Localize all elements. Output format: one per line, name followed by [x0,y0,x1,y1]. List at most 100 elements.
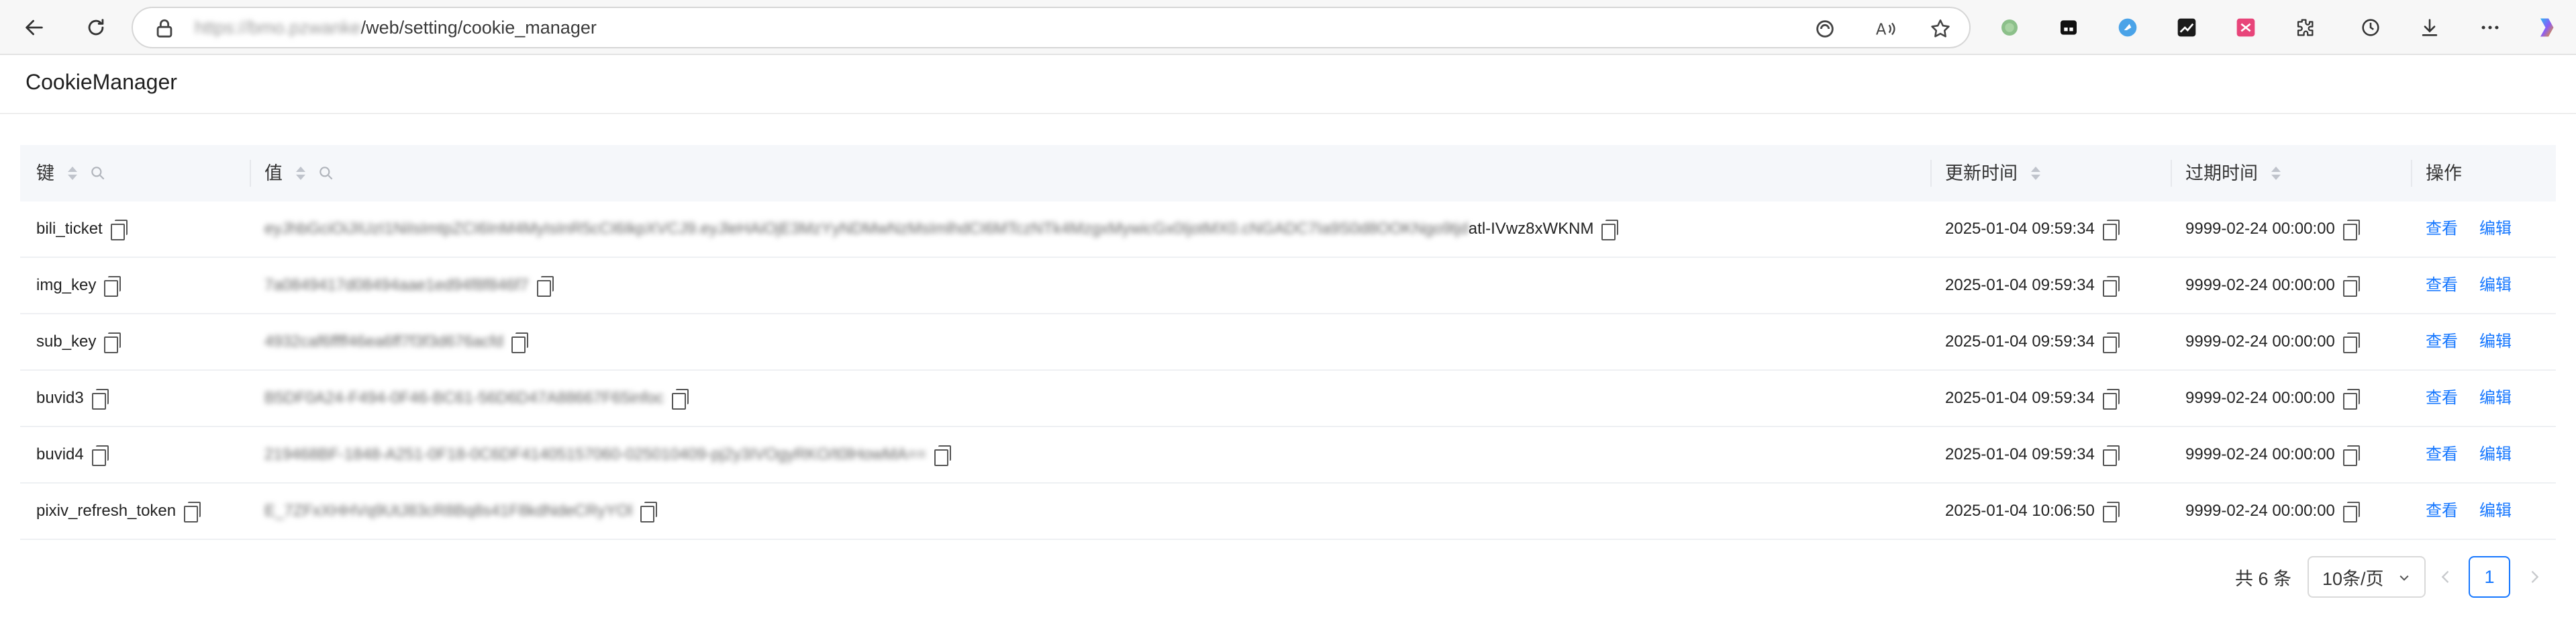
edit-link[interactable]: 编辑 [2479,371,2512,426]
column-header-key: 键 [36,145,107,201]
read-aloud-icon[interactable]: A [1874,17,1897,40]
cookie-value-redacted: E_7ZFxXHHVq9UtJ83cR8Bq8s41F8kdNdeCRyYOl [264,502,633,520]
url-text[interactable]: https://bmo.pzwanke/web/setting/cookie_m… [195,8,597,47]
cell-key: buvid4 [36,427,109,482]
history-button[interactable] [2356,13,2385,42]
copy-icon[interactable] [2102,389,2120,410]
copilot-icon [2540,18,2554,37]
page-number-current[interactable]: 1 [2469,556,2510,598]
view-link[interactable]: 查看 [2426,484,2458,539]
copy-icon[interactable] [91,389,109,410]
copy-icon[interactable] [184,502,201,523]
copy-icon[interactable] [2102,332,2120,353]
copy-icon[interactable] [104,276,121,297]
favorite-star-icon[interactable] [1929,17,1952,40]
copy-icon[interactable] [2342,332,2361,353]
copy-icon[interactable] [2342,276,2361,297]
view-link[interactable]: 查看 [2426,314,2458,369]
copy-icon[interactable] [2342,220,2361,240]
download-icon [2422,19,2438,36]
extension-pink[interactable] [2231,13,2261,42]
cookie-key: pixiv_refresh_token [36,502,177,520]
cell-value: 219468BF-1848-A251-0F18-0C6DF41405157060… [264,427,952,482]
extension-blue-bird-icon [2118,18,2137,37]
address-bar[interactable]: https://bmo.pzwanke/web/setting/cookie_m… [132,7,1971,48]
history-icon [2362,19,2379,36]
next-page-icon[interactable] [2525,565,2544,588]
copy-icon[interactable] [2342,445,2361,466]
cell-updated: 2025-01-04 10:06:50 [1945,484,2120,539]
extension-pink-icon [2236,18,2255,37]
copy-icon[interactable] [91,445,109,466]
sort-icon[interactable] [296,167,305,180]
copy-icon[interactable] [2102,502,2120,523]
copy-icon[interactable] [2102,276,2120,297]
extension-green-dot-icon [2001,19,2018,36]
view-link[interactable]: 查看 [2426,201,2458,257]
copilot-button[interactable] [2532,13,2561,42]
cell-actions: 查看 编辑 [2426,427,2533,482]
column-separator [2171,160,2172,187]
cookie-value-redacted: 7a0849417d08494aae1ed94f8f846f7 [264,276,529,294]
column-header-actions: 操作 [2426,145,2462,201]
table-row: bili_ticket eyJhbGciOiJIUzI1NiIsImtpZCI6… [20,201,2556,258]
copy-icon[interactable] [2102,220,2120,240]
more-menu-button[interactable] [2475,13,2505,42]
cell-updated: 2025-01-04 09:59:34 [1945,427,2120,482]
edit-link[interactable]: 编辑 [2479,484,2512,539]
sort-icon[interactable] [2271,167,2281,180]
back-button[interactable] [16,9,52,46]
copy-icon[interactable] [110,220,128,240]
url-host: https://bmo.pzwanke [195,17,361,38]
table-header: 键 值 更新时间 过期时间 操作 [20,145,2556,201]
edit-link[interactable]: 编辑 [2479,201,2512,257]
column-label: 值 [264,163,283,183]
copy-icon[interactable] [672,389,689,410]
downloads-button[interactable] [2415,13,2444,42]
cell-expires: 9999-02-24 00:00:00 [2185,314,2361,369]
copy-icon[interactable] [2102,445,2120,466]
cell-key: img_key [36,258,121,313]
updated-time: 2025-01-04 09:59:34 [1945,220,2095,238]
cell-key: sub_key [36,314,121,369]
copy-icon[interactable] [2342,502,2361,523]
updated-time: 2025-01-04 10:06:50 [1945,502,2095,520]
copy-icon[interactable] [511,332,529,353]
extensions-button[interactable] [2290,13,2320,42]
copy-icon[interactable] [536,276,554,297]
sort-icon[interactable] [2031,167,2040,180]
cell-updated: 2025-01-04 09:59:34 [1945,258,2120,313]
copy-icon[interactable] [934,445,952,466]
search-icon[interactable] [317,165,335,182]
expire-time: 9999-02-24 00:00:00 [2185,389,2335,407]
view-link[interactable]: 查看 [2426,258,2458,313]
extension-dark[interactable] [2054,13,2083,42]
refresh-button[interactable] [78,9,114,46]
prev-page-icon[interactable] [2436,565,2455,588]
cookie-key: bili_ticket [36,220,103,238]
extension-chart[interactable] [2172,13,2201,42]
extension-chart-icon [2177,18,2196,37]
cell-updated: 2025-01-04 09:59:34 [1945,371,2120,426]
search-icon[interactable] [89,165,107,182]
view-link[interactable]: 查看 [2426,427,2458,482]
edge-tracking-icon[interactable] [1814,17,1836,40]
cell-expires: 9999-02-24 00:00:00 [2185,427,2361,482]
updated-time: 2025-01-04 09:59:34 [1945,389,2095,407]
copy-icon[interactable] [2342,389,2361,410]
copy-icon[interactable] [1601,220,1619,240]
sort-icon[interactable] [68,167,77,180]
extension-dark-icon [2061,20,2077,35]
edit-link[interactable]: 编辑 [2479,258,2512,313]
copy-icon[interactable] [104,332,121,353]
column-separator [2411,160,2412,187]
view-link[interactable]: 查看 [2426,371,2458,426]
page-size-select[interactable]: 10条/页 [2308,556,2426,598]
column-label: 过期时间 [2185,163,2258,183]
edit-link[interactable]: 编辑 [2479,427,2512,482]
cookie-value-redacted: B5DF0A24-F494-0F46-BC61-56D6D47A88667F65… [264,389,664,407]
extension-green-dot[interactable] [1995,13,2024,42]
edit-link[interactable]: 编辑 [2479,314,2512,369]
extension-blue-bird[interactable] [2113,13,2142,42]
copy-icon[interactable] [640,502,658,523]
